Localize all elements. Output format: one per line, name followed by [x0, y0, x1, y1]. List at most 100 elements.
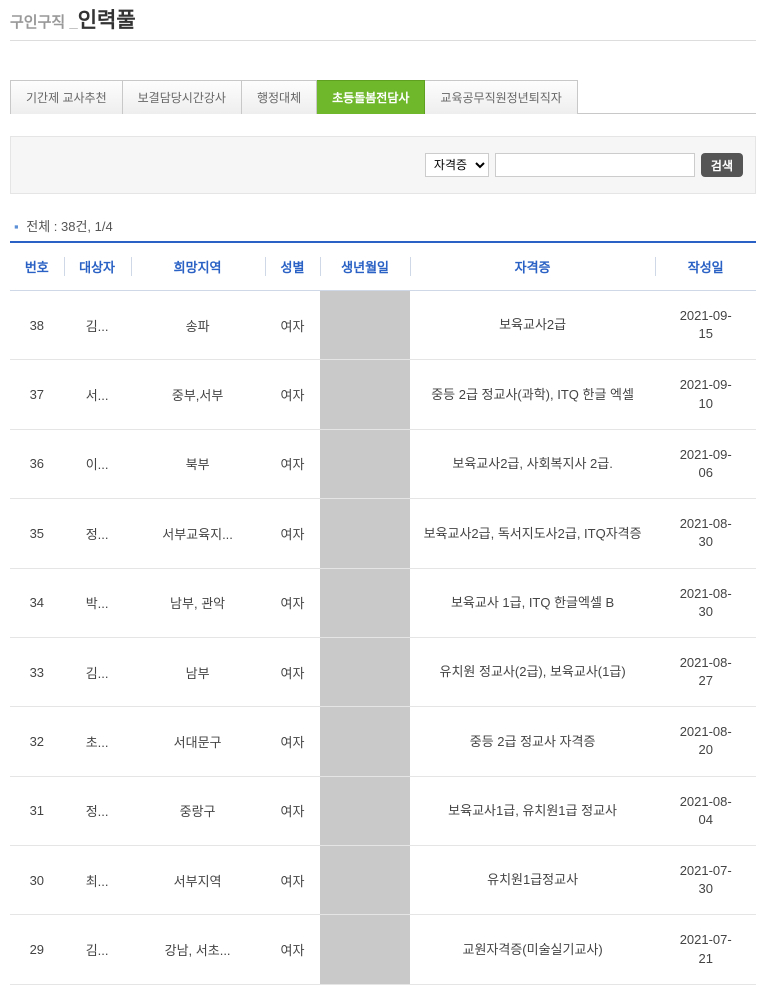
td-no: 38 — [10, 291, 64, 360]
page-title-main: 인력풀 — [78, 9, 136, 32]
th-date: 작성일 — [655, 242, 756, 291]
td-area: 남부, 관악 — [131, 568, 265, 637]
td-date: 2021-09-10 — [655, 360, 756, 429]
td-no: 36 — [10, 429, 64, 498]
td-date: 2021-07-21 — [655, 915, 756, 984]
table-row[interactable]: 29김...강남, 서초...여자 교원자격증(미술실기교사)2021-07-21 — [10, 915, 756, 984]
td-date: 2021-08-30 — [655, 499, 756, 568]
page-title-prefix: 구인구직 _ — [10, 14, 78, 31]
td-name: 서... — [64, 360, 131, 429]
td-sex: 여자 — [265, 707, 321, 776]
td-name: 최... — [64, 846, 131, 915]
td-no: 34 — [10, 568, 64, 637]
td-name: 김... — [64, 637, 131, 706]
td-cert: 보육교사2급, 사회복지사 2급. — [410, 429, 656, 498]
table-row[interactable]: 34박...남부, 관악여자 보육교사 1급, ITQ 한글엑셀 B2021-08… — [10, 568, 756, 637]
td-birth — [320, 499, 409, 568]
bullet-icon: ▪ — [14, 219, 19, 234]
td-sex: 여자 — [265, 915, 321, 984]
table-row[interactable]: 35정...서부교육지...여자 보육교사2급, 독서지도사2급, ITQ자격증2… — [10, 499, 756, 568]
td-date: 2021-09-06 — [655, 429, 756, 498]
summary-text: 전체 : 38건, 1/4 — [26, 219, 112, 234]
table-row[interactable]: 30최...서부지역여자유치원1급정교사2021-07-30 — [10, 846, 756, 915]
td-date: 2021-08-20 — [655, 707, 756, 776]
table-row[interactable]: 37서...중부,서부여자중등 2급 정교사(과학), ITQ 한글 엑셀202… — [10, 360, 756, 429]
td-no: 33 — [10, 637, 64, 706]
td-area: 서부지역 — [131, 846, 265, 915]
th-sex: 성별 — [265, 242, 321, 291]
td-date: 2021-08-27 — [655, 637, 756, 706]
table-header-row: 번호 대상자 희망지역 성별 생년월일 자격증 작성일 — [10, 242, 756, 291]
tabs: 기간제 교사추천보결담당시간강사행정대체초등돌봄전담사교육공무직원정년퇴직자 — [10, 79, 756, 114]
td-no: 37 — [10, 360, 64, 429]
list-summary: ▪ 전체 : 38건, 1/4 — [14, 216, 756, 235]
th-area: 희망지역 — [131, 242, 265, 291]
page-title: 구인구직 _인력풀 — [10, 0, 756, 49]
td-area: 남부 — [131, 637, 265, 706]
td-name: 정... — [64, 776, 131, 845]
td-area: 강남, 서초... — [131, 915, 265, 984]
td-area: 서부교육지... — [131, 499, 265, 568]
td-birth — [320, 637, 409, 706]
td-no: 30 — [10, 846, 64, 915]
td-sex: 여자 — [265, 429, 321, 498]
td-cert: 보육교사2급 — [410, 291, 656, 360]
td-sex: 여자 — [265, 568, 321, 637]
td-cert: 보육교사 1급, ITQ 한글엑셀 B — [410, 568, 656, 637]
td-sex: 여자 — [265, 846, 321, 915]
td-birth — [320, 915, 409, 984]
td-sex: 여자 — [265, 776, 321, 845]
td-name: 박... — [64, 568, 131, 637]
search-button[interactable]: 검색 — [701, 153, 743, 177]
td-no: 29 — [10, 915, 64, 984]
td-sex: 여자 — [265, 637, 321, 706]
td-cert: 중등 2급 정교사 자격증 — [410, 707, 656, 776]
tab-1[interactable]: 보결담당시간강사 — [123, 80, 242, 114]
td-birth — [320, 776, 409, 845]
tab-0[interactable]: 기간제 교사추천 — [10, 80, 123, 114]
title-divider — [10, 40, 756, 41]
table-row[interactable]: 32초...서대문구여자 중등 2급 정교사 자격증2021-08-20 — [10, 707, 756, 776]
tab-2[interactable]: 행정대체 — [242, 80, 317, 114]
td-area: 중부,서부 — [131, 360, 265, 429]
td-area: 송파 — [131, 291, 265, 360]
td-cert: 보육교사2급, 독서지도사2급, ITQ자격증 — [410, 499, 656, 568]
td-birth — [320, 291, 409, 360]
board-table: 번호 대상자 희망지역 성별 생년월일 자격증 작성일 38김...송파여자보육… — [10, 241, 756, 985]
td-no: 32 — [10, 707, 64, 776]
td-birth — [320, 707, 409, 776]
tab-3[interactable]: 초등돌봄전담사 — [317, 80, 425, 114]
th-birth: 생년월일 — [320, 242, 409, 291]
table-row[interactable]: 31정...중랑구여자 보육교사1급, 유치원1급 정교사2021-08-04 — [10, 776, 756, 845]
td-cert: 보육교사1급, 유치원1급 정교사 — [410, 776, 656, 845]
td-date: 2021-08-30 — [655, 568, 756, 637]
td-sex: 여자 — [265, 499, 321, 568]
table-row[interactable]: 33김...남부여자 유치원 정교사(2급), 보육교사(1급)2021-08-2… — [10, 637, 756, 706]
filter-bar: 자격증 검색 — [10, 136, 756, 194]
td-birth — [320, 846, 409, 915]
td-birth — [320, 360, 409, 429]
td-area: 서대문구 — [131, 707, 265, 776]
td-name: 정... — [64, 499, 131, 568]
td-name: 김... — [64, 291, 131, 360]
td-cert: 유치원1급정교사 — [410, 846, 656, 915]
td-cert: 중등 2급 정교사(과학), ITQ 한글 엑셀 — [410, 360, 656, 429]
filter-select[interactable]: 자격증 — [425, 153, 489, 177]
table-row[interactable]: 38김...송파여자보육교사2급2021-09-15 — [10, 291, 756, 360]
th-no: 번호 — [10, 242, 64, 291]
td-sex: 여자 — [265, 291, 321, 360]
td-birth — [320, 429, 409, 498]
td-no: 35 — [10, 499, 64, 568]
td-name: 초... — [64, 707, 131, 776]
td-cert: 유치원 정교사(2급), 보육교사(1급) — [410, 637, 656, 706]
filter-input[interactable] — [495, 153, 695, 177]
td-area: 중랑구 — [131, 776, 265, 845]
td-cert: 교원자격증(미술실기교사) — [410, 915, 656, 984]
td-no: 31 — [10, 776, 64, 845]
tab-4[interactable]: 교육공무직원정년퇴직자 — [425, 80, 577, 114]
td-name: 김... — [64, 915, 131, 984]
td-date: 2021-08-04 — [655, 776, 756, 845]
th-cert: 자격증 — [410, 242, 656, 291]
table-row[interactable]: 36이...북부여자보육교사2급, 사회복지사 2급.2021-09-06 — [10, 429, 756, 498]
th-name: 대상자 — [64, 242, 131, 291]
